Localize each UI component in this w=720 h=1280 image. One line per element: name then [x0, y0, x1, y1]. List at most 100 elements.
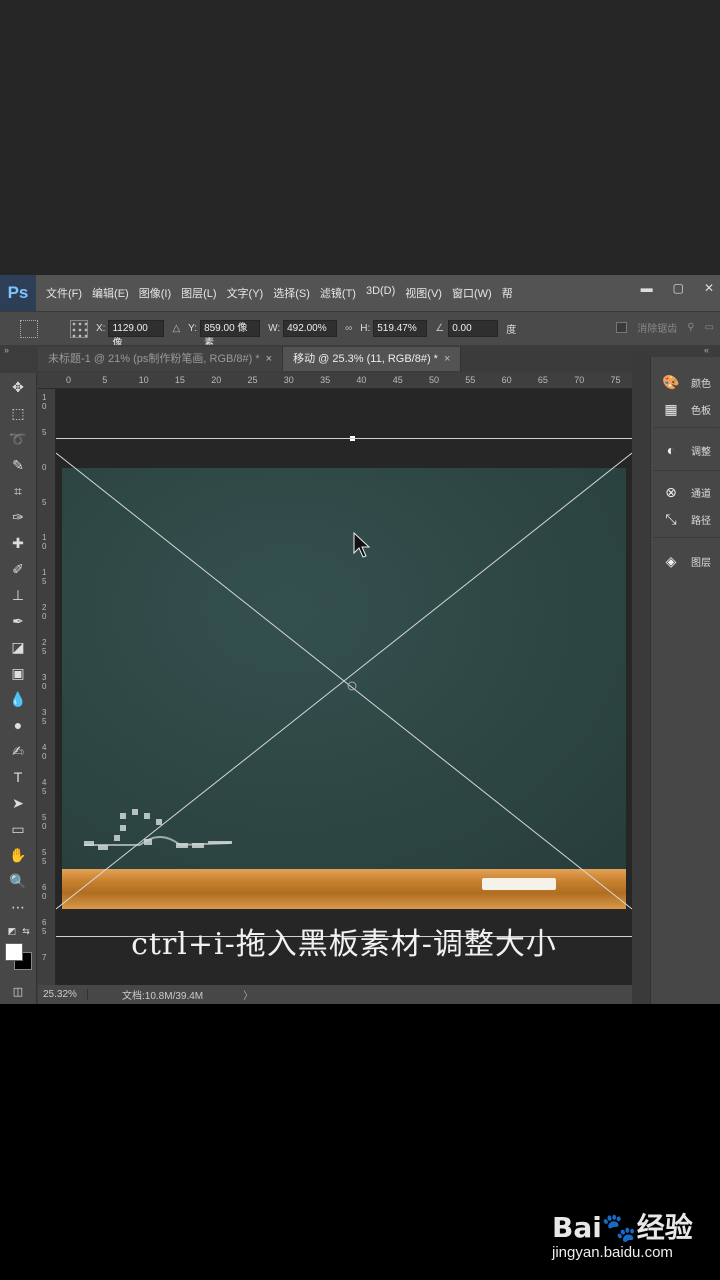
workspace-icon[interactable]: ▭	[705, 322, 714, 333]
reference-point-icon[interactable]	[70, 319, 88, 338]
tab-close-icon[interactable]: ×	[444, 353, 450, 365]
status-menu-arrow[interactable]: 〉	[243, 987, 253, 1002]
healing-tool-icon[interactable]: ✚	[8, 533, 28, 553]
menu-item[interactable]: 滤镜(T)	[318, 285, 364, 301]
transform-tool-icon[interactable]	[20, 319, 38, 338]
menu-item[interactable]: 帮	[500, 285, 521, 301]
ruler-tick-label: 55	[465, 375, 476, 385]
angle-icon: ∠	[435, 323, 445, 334]
tab-close-icon[interactable]: ×	[266, 353, 272, 365]
panel-separator	[653, 470, 719, 471]
collapse-left-icon[interactable]: »	[4, 345, 9, 355]
ruler-tick-label: 2 5	[42, 638, 47, 656]
antialias-checkbox[interactable]	[616, 322, 628, 333]
mouse-cursor-icon	[353, 532, 371, 558]
link-icon[interactable]: ∞	[345, 323, 352, 334]
ruler-tick-label: 2 0	[42, 603, 47, 621]
panel-item[interactable]: ⤡ 路径	[651, 506, 720, 532]
panel-item[interactable]: ◐ 调整	[651, 437, 720, 463]
document-tab[interactable]: 移动 @ 25.3% (11, RGB/8#) * ×	[283, 347, 462, 371]
lasso-tool-icon[interactable]: ➰	[8, 429, 28, 449]
quick-select-tool-icon[interactable]: ✎	[8, 455, 28, 475]
menu-item[interactable]: 视图(V)	[403, 285, 450, 301]
horizontal-ruler[interactable]: 0 5 10 15 20 25 30 35 40 45 50 55 60 65 70 75	[38, 373, 632, 389]
layers-icon: ◈	[665, 552, 677, 569]
w-field[interactable]: 492.00%	[283, 320, 338, 337]
vertical-ruler[interactable]: 1 0 5 0 5 1 0 1 5 2 0 2 5 3 0 3 5 4 0 4 5 5 0 5 5 6 0 6…	[38, 389, 56, 985]
ruler-tick-label: 7	[42, 953, 47, 962]
foreground-color[interactable]	[5, 943, 23, 961]
y-field[interactable]: 859.00 像素	[200, 320, 261, 349]
menu-item[interactable]: 窗口(W)	[450, 285, 500, 301]
search-icon[interactable]: ⚲	[687, 322, 694, 333]
panel-separator	[653, 537, 719, 538]
quick-mask-icon[interactable]: ◫	[8, 981, 28, 1001]
menu-item[interactable]: 文字(Y)	[225, 285, 272, 301]
ruler-tick-label: 4 0	[42, 743, 47, 761]
dodge-tool-icon[interactable]: ●	[8, 715, 28, 735]
ruler-tick-label: 25	[247, 375, 258, 385]
pen-tool-icon[interactable]: ✍	[8, 741, 28, 761]
baidu-logo: Bai🐾经验	[552, 1211, 693, 1244]
maximize-icon[interactable]: ▢	[673, 281, 684, 295]
panel-item[interactable]: ▦ 色板	[651, 396, 720, 422]
shape-tool-icon[interactable]: ▭	[8, 819, 28, 839]
ruler-tick-label: 5	[42, 428, 47, 437]
angle-field[interactable]: 0.00	[448, 320, 499, 337]
collapse-right-icon[interactable]: «	[704, 345, 709, 355]
menu-item[interactable]: 图像(I)	[137, 285, 179, 301]
gradient-tool-icon[interactable]: ▣	[8, 663, 28, 683]
blur-tool-icon[interactable]: 💧	[8, 689, 28, 709]
hand-tool-icon[interactable]: ✋	[8, 845, 28, 865]
ps-logo: Ps	[0, 275, 36, 311]
commit-area: 消除锯齿 ⚲ ▭	[616, 320, 714, 335]
baidu-url: jingyan.baidu.com	[552, 1244, 673, 1261]
minimize-icon[interactable]: ▬	[641, 281, 653, 295]
zoom-level[interactable]: 25.32%	[38, 989, 88, 1000]
more-tools-icon[interactable]: ⋯	[8, 897, 28, 917]
panel-label: 调整	[691, 446, 711, 458]
doc-size: 文档:10.8M/39.4M	[122, 991, 204, 1002]
transform-box[interactable]	[56, 389, 632, 985]
menu-item[interactable]: 图层(L)	[179, 285, 224, 301]
x-label: X:	[96, 323, 106, 334]
swap-colors-icon[interactable]: ⇆	[16, 921, 36, 941]
ruler-tick-label: 0	[42, 463, 47, 472]
h-field[interactable]: 519.47%	[373, 320, 428, 337]
crop-tool-icon[interactable]: ⌗	[8, 481, 28, 501]
window-controls: ▬ ▢ ✕	[641, 281, 714, 295]
ruler-tick-label: 10	[138, 375, 149, 385]
baidu-watermark: Bai🐾经验 jingyan.baidu.com	[552, 1206, 712, 1266]
y-label: Y:	[188, 323, 198, 334]
eraser-tool-icon[interactable]: ◪	[8, 637, 28, 657]
move-tool-icon[interactable]: ✥	[8, 377, 28, 397]
menu-item[interactable]: 选择(S)	[271, 285, 318, 301]
status-bar: 25.32% 文档:10.8M/39.4M 〉	[38, 985, 632, 1004]
stamp-tool-icon[interactable]: ⊥	[8, 585, 28, 605]
w-label: W:	[268, 323, 281, 334]
ruler-tick-label: 70	[574, 375, 585, 385]
zoom-tool-icon[interactable]: 🔍	[8, 871, 28, 891]
brush-tool-icon[interactable]: ✐	[8, 559, 28, 579]
document-tab[interactable]: 未标题-1 @ 21% (ps制作粉笔画, RGB/8#) * ×	[38, 347, 284, 371]
menu-item[interactable]: 文件(F)	[44, 285, 90, 301]
x-field[interactable]: 1129.00 像	[108, 320, 165, 349]
menu-item[interactable]: 3D(D)	[364, 285, 403, 301]
menu-item[interactable]: 编辑(E)	[90, 285, 137, 301]
canvas[interactable]: ctrl+i-拖入黑板素材-调整大小	[56, 389, 632, 985]
color-swatches[interactable]	[5, 943, 33, 971]
ruler-tick-label: 3 0	[42, 673, 47, 691]
panel-separator	[653, 427, 719, 428]
panel-item[interactable]: 🎨 颜色	[651, 369, 720, 395]
close-icon[interactable]: ✕	[704, 281, 714, 295]
delta-icon[interactable]: △	[172, 323, 180, 334]
marquee-tool-icon[interactable]: ⬚	[8, 403, 28, 423]
eyedropper-tool-icon[interactable]: ✑	[8, 507, 28, 527]
ruler-tick-label: 5 5	[42, 848, 47, 866]
history-brush-icon[interactable]: ✒	[8, 611, 28, 631]
panel-item[interactable]: ◈ 图层	[651, 548, 720, 574]
panel-item[interactable]: ⊗ 通道	[651, 479, 720, 505]
path-select-tool-icon[interactable]: ➤	[8, 793, 28, 813]
transform-center-point	[347, 681, 357, 691]
type-tool-icon[interactable]: T	[8, 767, 28, 787]
